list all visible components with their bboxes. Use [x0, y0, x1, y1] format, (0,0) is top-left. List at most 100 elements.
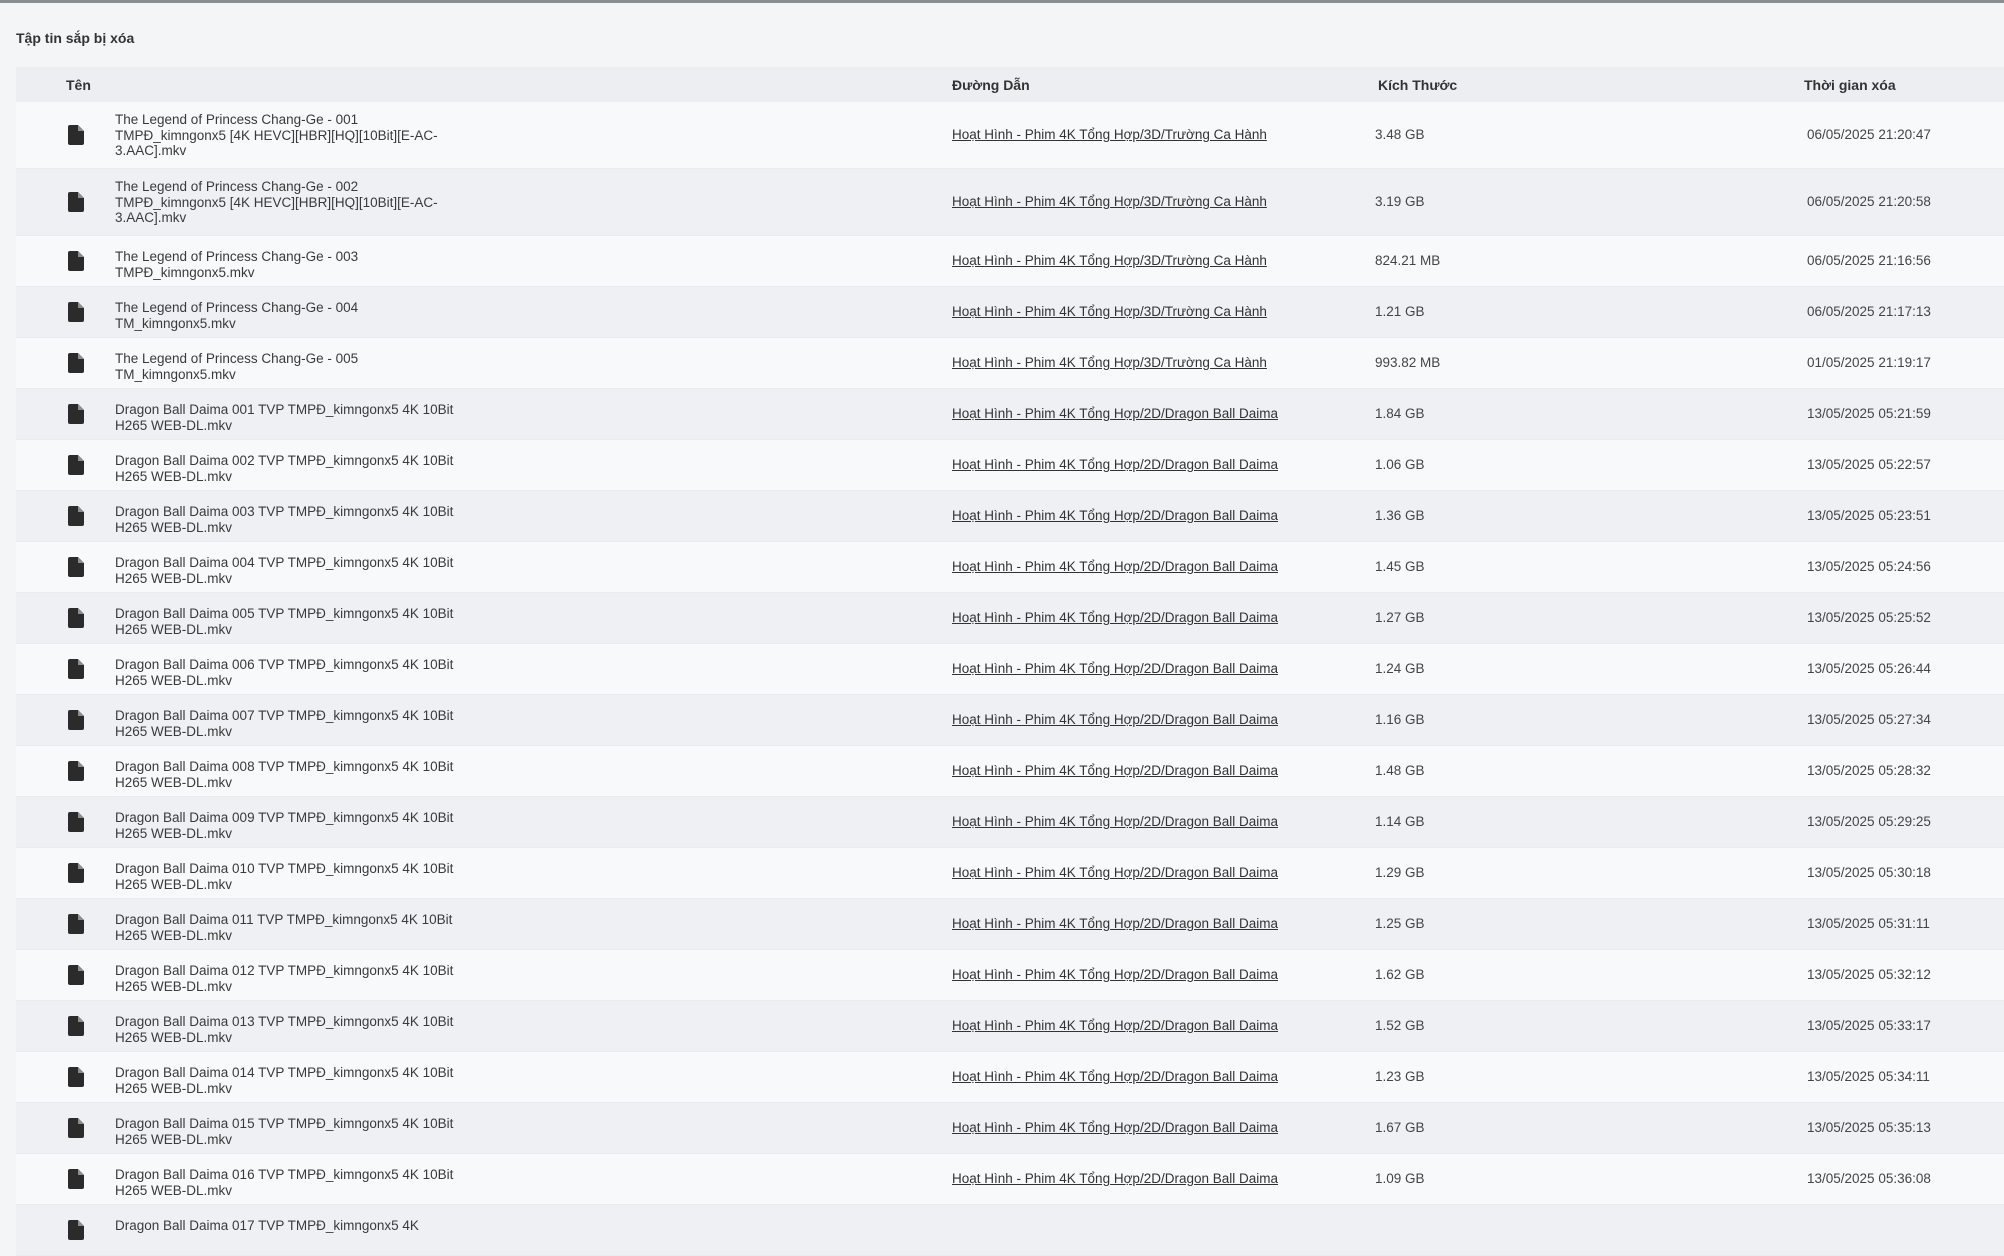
- file-name: Dragon Ball Daima 002 TVP TMPĐ_kimngonx5…: [115, 453, 454, 484]
- file-size: 1.62 GB: [1375, 967, 1425, 982]
- file-path-link[interactable]: Hoạt Hình - Phim 4K Tổng Hợp/2D/Dragon B…: [952, 1120, 1278, 1135]
- table-row[interactable]: The Legend of Princess Chang-Ge - 002 TM…: [16, 169, 2004, 236]
- file-name: Dragon Ball Daima 012 TVP TMPĐ_kimngonx5…: [115, 963, 454, 994]
- column-header-size[interactable]: Kích Thước: [1378, 77, 1457, 93]
- delete-time: 06/05/2025 21:20:58: [1807, 194, 1931, 209]
- file-name: Dragon Ball Daima 008 TVP TMPĐ_kimngonx5…: [115, 759, 454, 790]
- table-row[interactable]: Dragon Ball Daima 005 TVP TMPĐ_kimngonx5…: [16, 593, 2004, 644]
- delete-time: 13/05/2025 05:34:11: [1807, 1069, 1930, 1084]
- table-row[interactable]: The Legend of Princess Chang-Ge - 003 TM…: [16, 236, 2004, 287]
- file-path-link[interactable]: Hoạt Hình - Phim 4K Tổng Hợp/3D/Trường C…: [952, 355, 1267, 370]
- file-path-link[interactable]: Hoạt Hình - Phim 4K Tổng Hợp/3D/Trường C…: [952, 194, 1267, 209]
- file-path-link[interactable]: Hoạt Hình - Phim 4K Tổng Hợp/2D/Dragon B…: [952, 661, 1278, 676]
- table-row[interactable]: Dragon Ball Daima 006 TVP TMPĐ_kimngonx5…: [16, 644, 2004, 695]
- delete-time: 01/05/2025 21:19:17: [1807, 355, 1931, 370]
- file-size: 3.48 GB: [1375, 127, 1425, 142]
- table-row[interactable]: The Legend of Princess Chang-Ge - 001 TM…: [16, 102, 2004, 169]
- delete-time: 13/05/2025 05:28:32: [1807, 763, 1931, 778]
- file-size: 1.45 GB: [1375, 559, 1425, 574]
- delete-time: 06/05/2025 21:20:47: [1807, 127, 1931, 142]
- file-path-link[interactable]: Hoạt Hình - Phim 4K Tổng Hợp/2D/Dragon B…: [952, 916, 1278, 931]
- table-row[interactable]: Dragon Ball Daima 014 TVP TMPĐ_kimngonx5…: [16, 1052, 2004, 1103]
- file-path-link[interactable]: Hoạt Hình - Phim 4K Tổng Hợp/2D/Dragon B…: [952, 508, 1278, 523]
- file-icon: [68, 192, 84, 212]
- file-path-link[interactable]: Hoạt Hình - Phim 4K Tổng Hợp/2D/Dragon B…: [952, 712, 1278, 727]
- file-size: 1.36 GB: [1375, 508, 1425, 523]
- file-path-link[interactable]: Hoạt Hình - Phim 4K Tổng Hợp/2D/Dragon B…: [952, 610, 1278, 625]
- file-name: Dragon Ball Daima 007 TVP TMPĐ_kimngonx5…: [115, 708, 454, 739]
- table-header: Tên Đường Dẫn Kích Thước Thời gian xóa: [16, 67, 2004, 102]
- file-path-link[interactable]: Hoạt Hình - Phim 4K Tổng Hợp/3D/Trường C…: [952, 253, 1267, 268]
- file-name: Dragon Ball Daima 013 TVP TMPĐ_kimngonx5…: [115, 1014, 454, 1045]
- file-size: 1.21 GB: [1375, 304, 1425, 319]
- table-row[interactable]: Dragon Ball Daima 011 TVP TMPĐ_kimngonx5…: [16, 899, 2004, 950]
- delete-time: 13/05/2025 05:21:59: [1807, 406, 1931, 421]
- file-name: The Legend of Princess Chang-Ge - 001 TM…: [115, 112, 438, 158]
- file-size: 3.19 GB: [1375, 194, 1425, 209]
- file-size: 1.24 GB: [1375, 661, 1425, 676]
- file-path-link[interactable]: Hoạt Hình - Phim 4K Tổng Hợp/2D/Dragon B…: [952, 763, 1278, 778]
- file-icon: [68, 1016, 84, 1036]
- table-row[interactable]: Dragon Ball Daima 016 TVP TMPĐ_kimngonx5…: [16, 1154, 2004, 1205]
- file-path-link[interactable]: Hoạt Hình - Phim 4K Tổng Hợp/3D/Trường C…: [952, 127, 1267, 142]
- page-title: Tập tin sắp bị xóa: [16, 30, 135, 46]
- delete-time: 06/05/2025 21:17:13: [1807, 304, 1931, 319]
- file-size: 1.14 GB: [1375, 814, 1425, 829]
- file-icon: [68, 455, 84, 475]
- table-row[interactable]: Dragon Ball Daima 001 TVP TMPĐ_kimngonx5…: [16, 389, 2004, 440]
- file-path-link[interactable]: Hoạt Hình - Phim 4K Tổng Hợp/2D/Dragon B…: [952, 967, 1278, 982]
- delete-time: 13/05/2025 05:23:51: [1807, 508, 1931, 523]
- table-row[interactable]: Dragon Ball Daima 004 TVP TMPĐ_kimngonx5…: [16, 542, 2004, 593]
- file-path-link[interactable]: Hoạt Hình - Phim 4K Tổng Hợp/2D/Dragon B…: [952, 559, 1278, 574]
- table-row[interactable]: Dragon Ball Daima 007 TVP TMPĐ_kimngonx5…: [16, 695, 2004, 746]
- file-path-link[interactable]: Hoạt Hình - Phim 4K Tổng Hợp/2D/Dragon B…: [952, 814, 1278, 829]
- file-icon: [68, 506, 84, 526]
- deleted-files-table: Tên Đường Dẫn Kích Thước Thời gian xóa T…: [16, 67, 2004, 1256]
- delete-time: 06/05/2025 21:16:56: [1807, 253, 1931, 268]
- file-name: Dragon Ball Daima 016 TVP TMPĐ_kimngonx5…: [115, 1167, 454, 1198]
- file-icon: [68, 965, 84, 985]
- file-icon: [68, 812, 84, 832]
- file-icon: [68, 608, 84, 628]
- table-row[interactable]: Dragon Ball Daima 008 TVP TMPĐ_kimngonx5…: [16, 746, 2004, 797]
- table-row[interactable]: The Legend of Princess Chang-Ge - 004 TM…: [16, 287, 2004, 338]
- file-icon: [68, 302, 84, 322]
- file-name: Dragon Ball Daima 001 TVP TMPĐ_kimngonx5…: [115, 402, 454, 433]
- file-name: Dragon Ball Daima 006 TVP TMPĐ_kimngonx5…: [115, 657, 454, 688]
- file-icon: [68, 761, 84, 781]
- file-name: Dragon Ball Daima 003 TVP TMPĐ_kimngonx5…: [115, 504, 454, 535]
- file-size: 1.06 GB: [1375, 457, 1425, 472]
- table-row[interactable]: Dragon Ball Daima 017 TVP TMPĐ_kimngonx5…: [16, 1205, 2004, 1256]
- file-name: The Legend of Princess Chang-Ge - 005 TM…: [115, 351, 359, 382]
- table-row[interactable]: Dragon Ball Daima 009 TVP TMPĐ_kimngonx5…: [16, 797, 2004, 848]
- file-size: 1.16 GB: [1375, 712, 1425, 727]
- file-icon: [68, 914, 84, 934]
- file-path-link[interactable]: Hoạt Hình - Phim 4K Tổng Hợp/2D/Dragon B…: [952, 865, 1278, 880]
- delete-time: 13/05/2025 05:27:34: [1807, 712, 1931, 727]
- table-row[interactable]: Dragon Ball Daima 013 TVP TMPĐ_kimngonx5…: [16, 1001, 2004, 1052]
- delete-time: 13/05/2025 05:32:12: [1807, 967, 1931, 982]
- file-path-link[interactable]: Hoạt Hình - Phim 4K Tổng Hợp/2D/Dragon B…: [952, 1018, 1278, 1033]
- delete-time: 13/05/2025 05:36:08: [1807, 1171, 1931, 1186]
- file-path-link[interactable]: Hoạt Hình - Phim 4K Tổng Hợp/2D/Dragon B…: [952, 406, 1278, 421]
- table-row[interactable]: Dragon Ball Daima 003 TVP TMPĐ_kimngonx5…: [16, 491, 2004, 542]
- column-header-name[interactable]: Tên: [66, 77, 91, 93]
- table-row[interactable]: Dragon Ball Daima 015 TVP TMPĐ_kimngonx5…: [16, 1103, 2004, 1154]
- file-name: The Legend of Princess Chang-Ge - 002 TM…: [115, 179, 438, 225]
- file-path-link[interactable]: Hoạt Hình - Phim 4K Tổng Hợp/2D/Dragon B…: [952, 1171, 1278, 1186]
- file-icon: [68, 1118, 84, 1138]
- column-header-path[interactable]: Đường Dẫn: [952, 77, 1030, 93]
- file-path-link[interactable]: Hoạt Hình - Phim 4K Tổng Hợp/2D/Dragon B…: [952, 1069, 1278, 1084]
- file-icon: [68, 353, 84, 373]
- file-size: 993.82 MB: [1375, 355, 1441, 370]
- table-row[interactable]: Dragon Ball Daima 002 TVP TMPĐ_kimngonx5…: [16, 440, 2004, 491]
- file-size: 1.29 GB: [1375, 865, 1425, 880]
- column-header-time[interactable]: Thời gian xóa: [1804, 77, 1896, 93]
- table-row[interactable]: The Legend of Princess Chang-Ge - 005 TM…: [16, 338, 2004, 389]
- table-row[interactable]: Dragon Ball Daima 012 TVP TMPĐ_kimngonx5…: [16, 950, 2004, 1001]
- file-name: Dragon Ball Daima 005 TVP TMPĐ_kimngonx5…: [115, 606, 454, 637]
- table-row[interactable]: Dragon Ball Daima 010 TVP TMPĐ_kimngonx5…: [16, 848, 2004, 899]
- file-name: Dragon Ball Daima 014 TVP TMPĐ_kimngonx5…: [115, 1065, 454, 1096]
- file-path-link[interactable]: Hoạt Hình - Phim 4K Tổng Hợp/3D/Trường C…: [952, 304, 1267, 319]
- file-path-link[interactable]: Hoạt Hình - Phim 4K Tổng Hợp/2D/Dragon B…: [952, 457, 1278, 472]
